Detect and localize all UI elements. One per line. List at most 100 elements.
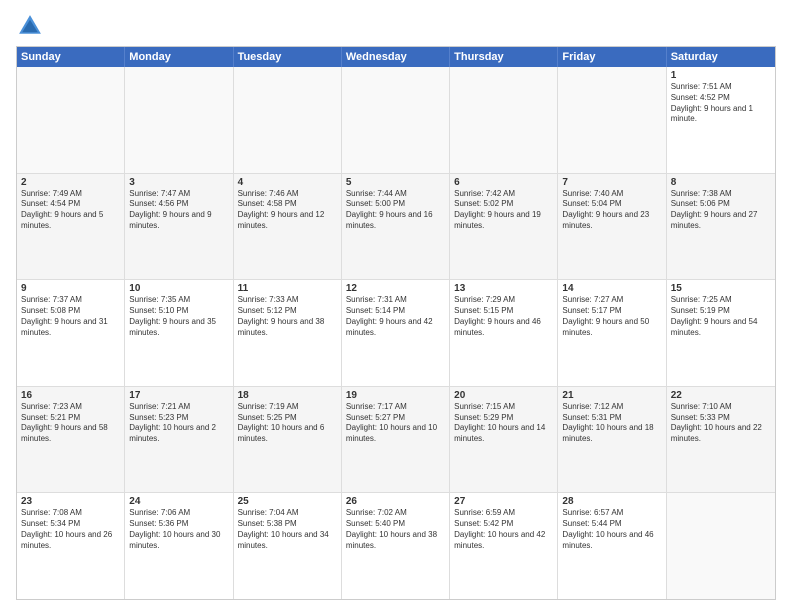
calendar-row-0: 1Sunrise: 7:51 AM Sunset: 4:52 PM Daylig… bbox=[17, 67, 775, 173]
day-info: Sunrise: 7:15 AM Sunset: 5:29 PM Dayligh… bbox=[454, 402, 553, 445]
calendar-cell-13: 13Sunrise: 7:29 AM Sunset: 5:15 PM Dayli… bbox=[450, 280, 558, 386]
calendar-cell-23: 23Sunrise: 7:08 AM Sunset: 5:34 PM Dayli… bbox=[17, 493, 125, 599]
day-number: 21 bbox=[562, 390, 661, 401]
calendar: SundayMondayTuesdayWednesdayThursdayFrid… bbox=[16, 46, 776, 600]
calendar-cell-1: 1Sunrise: 7:51 AM Sunset: 4:52 PM Daylig… bbox=[667, 67, 775, 173]
weekday-header-tuesday: Tuesday bbox=[234, 47, 342, 67]
calendar-cell-7: 7Sunrise: 7:40 AM Sunset: 5:04 PM Daylig… bbox=[558, 174, 666, 280]
calendar-cell-empty bbox=[558, 67, 666, 173]
day-number: 12 bbox=[346, 283, 445, 294]
day-info: Sunrise: 7:08 AM Sunset: 5:34 PM Dayligh… bbox=[21, 508, 120, 551]
calendar-header: SundayMondayTuesdayWednesdayThursdayFrid… bbox=[17, 47, 775, 67]
day-number: 19 bbox=[346, 390, 445, 401]
calendar-cell-19: 19Sunrise: 7:17 AM Sunset: 5:27 PM Dayli… bbox=[342, 387, 450, 493]
calendar-cell-3: 3Sunrise: 7:47 AM Sunset: 4:56 PM Daylig… bbox=[125, 174, 233, 280]
day-number: 5 bbox=[346, 177, 445, 188]
day-info: Sunrise: 7:17 AM Sunset: 5:27 PM Dayligh… bbox=[346, 402, 445, 445]
day-info: Sunrise: 7:47 AM Sunset: 4:56 PM Dayligh… bbox=[129, 189, 228, 232]
day-info: Sunrise: 7:02 AM Sunset: 5:40 PM Dayligh… bbox=[346, 508, 445, 551]
calendar-row-4: 23Sunrise: 7:08 AM Sunset: 5:34 PM Dayli… bbox=[17, 492, 775, 599]
day-number: 13 bbox=[454, 283, 553, 294]
day-number: 20 bbox=[454, 390, 553, 401]
calendar-cell-17: 17Sunrise: 7:21 AM Sunset: 5:23 PM Dayli… bbox=[125, 387, 233, 493]
day-info: Sunrise: 7:51 AM Sunset: 4:52 PM Dayligh… bbox=[671, 82, 771, 125]
day-info: Sunrise: 7:46 AM Sunset: 4:58 PM Dayligh… bbox=[238, 189, 337, 232]
calendar-cell-22: 22Sunrise: 7:10 AM Sunset: 5:33 PM Dayli… bbox=[667, 387, 775, 493]
day-info: Sunrise: 7:38 AM Sunset: 5:06 PM Dayligh… bbox=[671, 189, 771, 232]
day-info: Sunrise: 7:37 AM Sunset: 5:08 PM Dayligh… bbox=[21, 295, 120, 338]
day-number: 14 bbox=[562, 283, 661, 294]
calendar-cell-4: 4Sunrise: 7:46 AM Sunset: 4:58 PM Daylig… bbox=[234, 174, 342, 280]
day-info: Sunrise: 7:35 AM Sunset: 5:10 PM Dayligh… bbox=[129, 295, 228, 338]
day-info: Sunrise: 7:33 AM Sunset: 5:12 PM Dayligh… bbox=[238, 295, 337, 338]
day-number: 24 bbox=[129, 496, 228, 507]
day-number: 9 bbox=[21, 283, 120, 294]
day-number: 10 bbox=[129, 283, 228, 294]
header bbox=[16, 12, 776, 40]
day-info: Sunrise: 7:42 AM Sunset: 5:02 PM Dayligh… bbox=[454, 189, 553, 232]
day-number: 27 bbox=[454, 496, 553, 507]
calendar-cell-10: 10Sunrise: 7:35 AM Sunset: 5:10 PM Dayli… bbox=[125, 280, 233, 386]
day-number: 28 bbox=[562, 496, 661, 507]
calendar-cell-6: 6Sunrise: 7:42 AM Sunset: 5:02 PM Daylig… bbox=[450, 174, 558, 280]
day-number: 7 bbox=[562, 177, 661, 188]
day-number: 11 bbox=[238, 283, 337, 294]
calendar-cell-26: 26Sunrise: 7:02 AM Sunset: 5:40 PM Dayli… bbox=[342, 493, 450, 599]
calendar-cell-empty bbox=[667, 493, 775, 599]
day-info: Sunrise: 7:19 AM Sunset: 5:25 PM Dayligh… bbox=[238, 402, 337, 445]
weekday-header-thursday: Thursday bbox=[450, 47, 558, 67]
day-number: 8 bbox=[671, 177, 771, 188]
calendar-cell-20: 20Sunrise: 7:15 AM Sunset: 5:29 PM Dayli… bbox=[450, 387, 558, 493]
calendar-cell-11: 11Sunrise: 7:33 AM Sunset: 5:12 PM Dayli… bbox=[234, 280, 342, 386]
calendar-body: 1Sunrise: 7:51 AM Sunset: 4:52 PM Daylig… bbox=[17, 67, 775, 599]
day-info: Sunrise: 7:29 AM Sunset: 5:15 PM Dayligh… bbox=[454, 295, 553, 338]
calendar-cell-15: 15Sunrise: 7:25 AM Sunset: 5:19 PM Dayli… bbox=[667, 280, 775, 386]
weekday-header-saturday: Saturday bbox=[667, 47, 775, 67]
calendar-cell-28: 28Sunrise: 6:57 AM Sunset: 5:44 PM Dayli… bbox=[558, 493, 666, 599]
day-number: 17 bbox=[129, 390, 228, 401]
calendar-cell-empty bbox=[17, 67, 125, 173]
calendar-row-2: 9Sunrise: 7:37 AM Sunset: 5:08 PM Daylig… bbox=[17, 279, 775, 386]
calendar-cell-16: 16Sunrise: 7:23 AM Sunset: 5:21 PM Dayli… bbox=[17, 387, 125, 493]
calendar-cell-24: 24Sunrise: 7:06 AM Sunset: 5:36 PM Dayli… bbox=[125, 493, 233, 599]
day-info: Sunrise: 7:23 AM Sunset: 5:21 PM Dayligh… bbox=[21, 402, 120, 445]
calendar-cell-empty bbox=[234, 67, 342, 173]
calendar-cell-empty bbox=[450, 67, 558, 173]
weekday-header-sunday: Sunday bbox=[17, 47, 125, 67]
day-number: 23 bbox=[21, 496, 120, 507]
day-info: Sunrise: 7:44 AM Sunset: 5:00 PM Dayligh… bbox=[346, 189, 445, 232]
day-number: 26 bbox=[346, 496, 445, 507]
day-info: Sunrise: 7:06 AM Sunset: 5:36 PM Dayligh… bbox=[129, 508, 228, 551]
day-number: 15 bbox=[671, 283, 771, 294]
day-info: Sunrise: 7:21 AM Sunset: 5:23 PM Dayligh… bbox=[129, 402, 228, 445]
calendar-cell-12: 12Sunrise: 7:31 AM Sunset: 5:14 PM Dayli… bbox=[342, 280, 450, 386]
logo bbox=[16, 12, 48, 40]
day-info: Sunrise: 7:10 AM Sunset: 5:33 PM Dayligh… bbox=[671, 402, 771, 445]
calendar-cell-25: 25Sunrise: 7:04 AM Sunset: 5:38 PM Dayli… bbox=[234, 493, 342, 599]
day-number: 18 bbox=[238, 390, 337, 401]
day-info: Sunrise: 6:57 AM Sunset: 5:44 PM Dayligh… bbox=[562, 508, 661, 551]
weekday-header-monday: Monday bbox=[125, 47, 233, 67]
calendar-cell-27: 27Sunrise: 6:59 AM Sunset: 5:42 PM Dayli… bbox=[450, 493, 558, 599]
day-number: 3 bbox=[129, 177, 228, 188]
page: SundayMondayTuesdayWednesdayThursdayFrid… bbox=[0, 0, 792, 612]
calendar-cell-empty bbox=[342, 67, 450, 173]
day-number: 4 bbox=[238, 177, 337, 188]
day-info: Sunrise: 7:31 AM Sunset: 5:14 PM Dayligh… bbox=[346, 295, 445, 338]
logo-icon bbox=[16, 12, 44, 40]
calendar-cell-empty bbox=[125, 67, 233, 173]
day-number: 16 bbox=[21, 390, 120, 401]
day-info: Sunrise: 7:25 AM Sunset: 5:19 PM Dayligh… bbox=[671, 295, 771, 338]
day-info: Sunrise: 7:49 AM Sunset: 4:54 PM Dayligh… bbox=[21, 189, 120, 232]
calendar-cell-5: 5Sunrise: 7:44 AM Sunset: 5:00 PM Daylig… bbox=[342, 174, 450, 280]
day-info: Sunrise: 7:04 AM Sunset: 5:38 PM Dayligh… bbox=[238, 508, 337, 551]
day-info: Sunrise: 6:59 AM Sunset: 5:42 PM Dayligh… bbox=[454, 508, 553, 551]
day-number: 25 bbox=[238, 496, 337, 507]
day-number: 2 bbox=[21, 177, 120, 188]
calendar-cell-8: 8Sunrise: 7:38 AM Sunset: 5:06 PM Daylig… bbox=[667, 174, 775, 280]
calendar-row-1: 2Sunrise: 7:49 AM Sunset: 4:54 PM Daylig… bbox=[17, 173, 775, 280]
weekday-header-friday: Friday bbox=[558, 47, 666, 67]
calendar-row-3: 16Sunrise: 7:23 AM Sunset: 5:21 PM Dayli… bbox=[17, 386, 775, 493]
calendar-cell-9: 9Sunrise: 7:37 AM Sunset: 5:08 PM Daylig… bbox=[17, 280, 125, 386]
calendar-cell-2: 2Sunrise: 7:49 AM Sunset: 4:54 PM Daylig… bbox=[17, 174, 125, 280]
